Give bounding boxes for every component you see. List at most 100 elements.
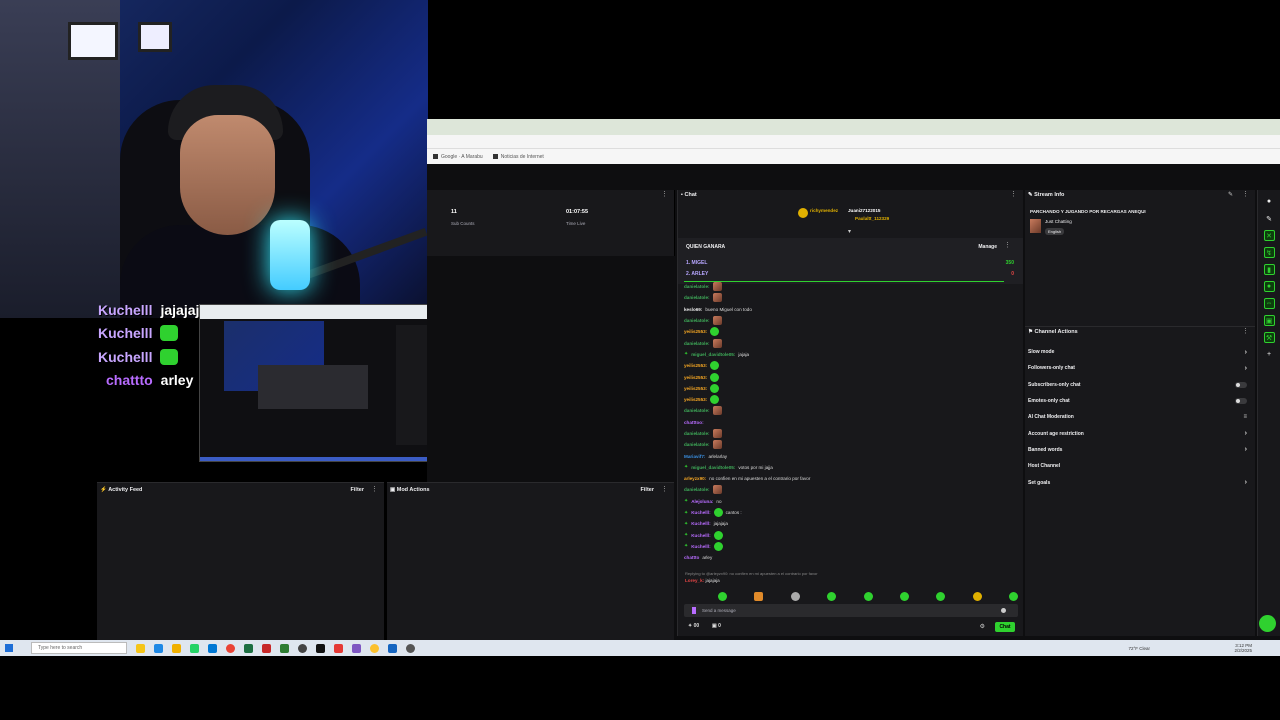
chat-username[interactable]: yeilis2553:	[684, 386, 707, 391]
chat-message[interactable]: danielatole:	[678, 484, 1018, 495]
chat-username[interactable]: keslo69:	[684, 307, 702, 312]
chat-username[interactable]: yeilis2553:	[684, 397, 707, 402]
edit-icon[interactable]: ✎	[1228, 191, 1233, 198]
app-icon[interactable]	[280, 643, 289, 653]
app-icon[interactable]	[388, 643, 397, 653]
chat-username[interactable]: danielatole:	[684, 295, 710, 300]
channel-action-item[interactable]: Slow mode ›	[1025, 344, 1255, 360]
chat-username[interactable]: danielatole:	[684, 318, 710, 323]
panel-menu-icon[interactable]: ⋮	[1242, 190, 1249, 198]
chat-message[interactable]: yeilis2553:	[678, 360, 1018, 371]
lightning-icon[interactable]: ↯	[1263, 247, 1275, 258]
folder-icon[interactable]	[172, 643, 181, 653]
chat-message[interactable]: yeilis2553:	[678, 326, 1018, 337]
panel-menu-icon[interactable]: ⋮	[661, 485, 668, 493]
chat-input[interactable]: Send a message	[684, 604, 1018, 617]
emote-icon[interactable]	[899, 592, 909, 601]
channel-points[interactable]: ✦ 00	[688, 623, 699, 629]
chat-username[interactable]: Kuchelll:	[691, 544, 710, 549]
chat-username[interactable]: danielatole:	[684, 341, 710, 346]
chrome-icon[interactable]	[226, 643, 235, 653]
settings-icon[interactable]: ≡	[1243, 414, 1247, 420]
channel-action-item[interactable]: Host Channel	[1025, 458, 1255, 474]
gear-icon[interactable]: ⚙	[980, 623, 985, 630]
channel-action-item[interactable]: Emotes-only chat	[1025, 393, 1255, 409]
chat-message[interactable]: ✦ Kuchelll: jajajaja	[678, 518, 1018, 529]
browser-address-bar[interactable]	[427, 135, 1280, 149]
chat-message[interactable]: ✦ miguel_davidtole05: jajaja	[678, 349, 1018, 360]
youtube-icon[interactable]	[334, 643, 343, 653]
mod-icon[interactable]: ✕	[1263, 230, 1275, 241]
channel-action-item[interactable]: AI Chat Moderation ≡	[1025, 409, 1255, 425]
chevron-right-icon[interactable]: ›	[1245, 430, 1247, 437]
app-icon[interactable]	[316, 643, 325, 653]
chat-username[interactable]: yeilis2553:	[684, 329, 707, 334]
chat-message[interactable]: danielatole:	[678, 439, 1018, 450]
gifter-name[interactable]: Paulaltt_112329	[855, 216, 889, 221]
chat-message[interactable]: ✦ Kuchelll: cantos :	[678, 507, 1018, 518]
pencil-icon[interactable]: ✎	[1264, 213, 1275, 224]
language-tag[interactable]: English	[1045, 228, 1065, 235]
app-icon[interactable]	[406, 643, 415, 653]
emote-icon[interactable]	[863, 592, 873, 601]
chat-username[interactable]: Kuchelll:	[691, 533, 710, 538]
bookmark-item[interactable]: Google · A Marabu	[433, 154, 483, 160]
emote-icon[interactable]	[790, 592, 800, 601]
channel-action-item[interactable]: Set goals ›	[1025, 474, 1255, 490]
shop-icon[interactable]: ▣	[1263, 315, 1275, 326]
edge-icon[interactable]	[154, 643, 163, 653]
chat-username[interactable]: Alejoluna:	[691, 499, 713, 504]
chat-username[interactable]: miguel_davidtole05:	[691, 352, 735, 357]
chat-username[interactable]: yeilis2553:	[684, 363, 707, 368]
wrench-icon[interactable]: ⚒	[1263, 332, 1275, 343]
chat-username[interactable]: danielatole:	[684, 408, 710, 413]
toggle-icon[interactable]: ●	[1264, 196, 1275, 207]
bits-count[interactable]: ▣ 0	[712, 623, 721, 629]
chat-username[interactable]: Kuchelll:	[691, 521, 710, 526]
bookmark-item[interactable]: Noticias de Internet	[492, 154, 544, 160]
channel-action-item[interactable]: Subscribers-only chat	[1025, 377, 1255, 393]
chat-username[interactable]: chatttoo:	[684, 420, 704, 425]
chat-username[interactable]: danielatole:	[684, 284, 710, 289]
chat-message[interactable]: yeilis2553:	[678, 371, 1018, 382]
chat-username[interactable]: yeilis2553:	[684, 375, 707, 380]
chevron-down-icon[interactable]: ▾	[848, 228, 851, 235]
chat-message[interactable]: danielatole:	[678, 281, 1018, 292]
chat-message[interactable]: ✦ Kuchelll:	[678, 541, 1018, 552]
chat-message[interactable]: danielatole:	[678, 337, 1018, 348]
manage-button[interactable]: Manage	[978, 244, 997, 250]
channel-action-item[interactable]: Followers-only chat ›	[1025, 360, 1255, 376]
emoji-icon[interactable]	[1001, 608, 1006, 613]
chat-message[interactable]: arleyzx90: no confien en mi apuesten a el…	[678, 473, 1018, 484]
chat-message[interactable]: danielatole:	[678, 315, 1018, 326]
chat-message[interactable]: ✦ Kuchelll:	[678, 530, 1018, 541]
panel-menu-icon[interactable]: ⋮	[661, 190, 668, 198]
chevron-right-icon[interactable]: ›	[1245, 479, 1247, 486]
chat-bubble-icon[interactable]	[1259, 615, 1276, 632]
chat-message[interactable]: yeilis2553:	[678, 383, 1018, 394]
start-icon[interactable]	[5, 644, 13, 652]
chrome-icon[interactable]	[370, 643, 379, 653]
send-chat-button[interactable]: Chat	[995, 622, 1015, 632]
channel-action-item[interactable]: Account age restriction ›	[1025, 425, 1255, 441]
emote-icon[interactable]	[718, 592, 727, 601]
app-icon[interactable]	[352, 643, 361, 653]
emote-icon[interactable]	[827, 592, 837, 601]
panel-menu-icon[interactable]: ⋮	[1242, 327, 1249, 335]
chat-message[interactable]: ✦ Alejoluna: no	[678, 496, 1018, 507]
chat-username[interactable]: danielatole:	[684, 487, 710, 492]
whatsapp-icon[interactable]	[190, 643, 199, 653]
category-name[interactable]: Just Chatting	[1045, 219, 1072, 224]
chat-message[interactable]: danielatole:	[678, 428, 1018, 439]
app-icon[interactable]	[262, 643, 271, 653]
chat-username[interactable]: Kuchelll:	[691, 510, 710, 515]
channel-action-item[interactable]: Banned words ›	[1025, 442, 1255, 458]
clip-icon[interactable]: ▮	[1263, 264, 1275, 275]
chat-message[interactable]: yeilis2553:	[678, 394, 1018, 405]
panel-menu-icon[interactable]: ⋮	[1010, 190, 1017, 198]
weather-widget[interactable]: 72°F Clear	[1128, 646, 1150, 651]
emote-icon[interactable]	[972, 592, 982, 601]
emote-icon[interactable]	[754, 592, 764, 601]
excel-icon[interactable]	[244, 643, 253, 653]
toggle-switch[interactable]	[1235, 381, 1247, 388]
